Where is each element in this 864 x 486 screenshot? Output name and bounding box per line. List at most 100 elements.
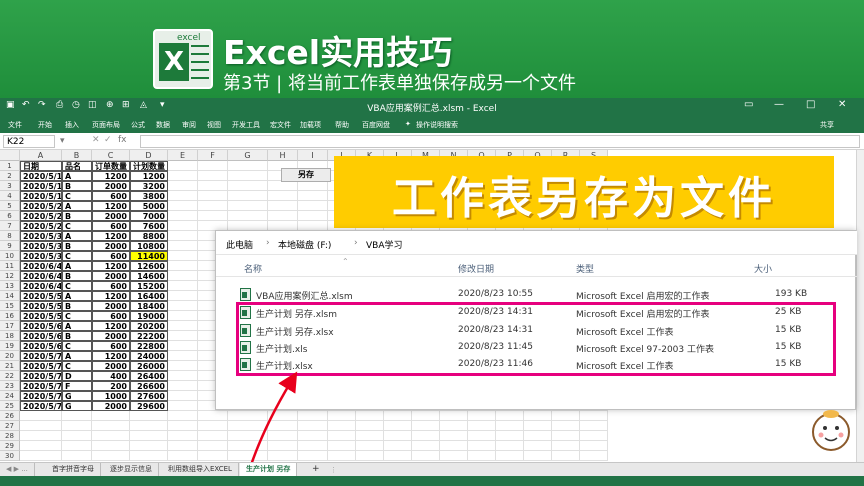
row-header[interactable]: 27 xyxy=(0,421,20,431)
empty-cell[interactable] xyxy=(580,411,608,421)
empty-cell[interactable] xyxy=(198,181,228,191)
empty-cell[interactable] xyxy=(168,341,198,351)
table-cell[interactable]: 16400 xyxy=(130,291,168,301)
row-header[interactable]: 8 xyxy=(0,231,20,241)
table-cell[interactable]: 2020/5/1 xyxy=(20,191,62,201)
table-cell[interactable]: A xyxy=(62,261,92,271)
empty-cell[interactable] xyxy=(168,271,198,281)
empty-cell[interactable] xyxy=(168,361,198,371)
enter-icon[interactable]: ✓ xyxy=(104,135,112,145)
empty-cell[interactable] xyxy=(328,431,356,441)
empty-cell[interactable] xyxy=(168,391,198,401)
more-icon[interactable]: ⋮ xyxy=(330,466,337,474)
table-cell[interactable]: 2020/6/4 xyxy=(20,261,62,271)
empty-cell[interactable] xyxy=(356,451,384,461)
tab-baidu-netdisk[interactable]: 百度网盘 xyxy=(362,120,390,130)
table-cell[interactable]: 2020/5/1 xyxy=(20,171,62,181)
row-header[interactable]: 17 xyxy=(0,321,20,331)
empty-cell[interactable] xyxy=(384,451,412,461)
vertical-scrollbar[interactable] xyxy=(856,150,864,462)
empty-cell[interactable] xyxy=(198,191,228,201)
table-cell[interactable]: 600 xyxy=(92,191,130,201)
empty-cell[interactable] xyxy=(168,211,198,221)
empty-cell[interactable] xyxy=(468,421,496,431)
sheet-tab[interactable]: 利用数组导入EXCEL xyxy=(162,463,239,476)
table-cell[interactable]: F xyxy=(62,381,92,391)
empty-cell[interactable] xyxy=(580,441,608,451)
table-cell[interactable]: 2020/5/3 xyxy=(20,241,62,251)
table-cell[interactable]: 15200 xyxy=(130,281,168,291)
empty-cell[interactable] xyxy=(168,371,198,381)
empty-cell[interactable] xyxy=(198,201,228,211)
empty-cell[interactable] xyxy=(20,411,62,421)
empty-cell[interactable] xyxy=(168,191,198,201)
empty-cell[interactable] xyxy=(552,451,580,461)
empty-cell[interactable] xyxy=(328,411,356,421)
row-header[interactable]: 28 xyxy=(0,431,20,441)
empty-cell[interactable] xyxy=(168,421,198,431)
row-header[interactable]: 10 xyxy=(0,251,20,261)
empty-cell[interactable] xyxy=(440,431,468,441)
table-cell[interactable]: 26000 xyxy=(130,361,168,371)
empty-cell[interactable] xyxy=(228,201,268,211)
table-cell[interactable]: 2000 xyxy=(92,361,130,371)
table-cell[interactable]: G xyxy=(62,391,92,401)
empty-cell[interactable] xyxy=(356,431,384,441)
table-cell[interactable]: 22800 xyxy=(130,341,168,351)
row-header[interactable]: 4 xyxy=(0,191,20,201)
table-cell[interactable]: 3800 xyxy=(130,191,168,201)
add-sheet-button[interactable]: + xyxy=(306,463,326,476)
table-cell[interactable]: 1000 xyxy=(92,391,130,401)
tab-help[interactable]: 帮助 xyxy=(335,120,349,130)
table-cell[interactable]: 2000 xyxy=(92,301,130,311)
empty-cell[interactable] xyxy=(168,441,198,451)
row-header[interactable]: 23 xyxy=(0,381,20,391)
empty-cell[interactable] xyxy=(384,431,412,441)
empty-cell[interactable] xyxy=(168,201,198,211)
row-header[interactable]: 9 xyxy=(0,241,20,251)
tab-formulas[interactable]: 公式 xyxy=(131,120,145,130)
table-cell[interactable]: 22200 xyxy=(130,331,168,341)
empty-cell[interactable] xyxy=(92,451,130,461)
table-cell[interactable]: 7600 xyxy=(130,221,168,231)
row-header[interactable]: 13 xyxy=(0,281,20,291)
empty-cell[interactable] xyxy=(496,441,524,451)
row-header[interactable]: 11 xyxy=(0,261,20,271)
empty-cell[interactable] xyxy=(468,441,496,451)
table-cell[interactable]: 600 xyxy=(92,341,130,351)
empty-cell[interactable] xyxy=(62,411,92,421)
empty-cell[interactable] xyxy=(384,421,412,431)
table-cell[interactable]: 2020/5/5 xyxy=(20,301,62,311)
empty-cell[interactable] xyxy=(198,441,228,451)
row-header[interactable]: 5 xyxy=(0,201,20,211)
empty-cell[interactable] xyxy=(130,441,168,451)
table-cell[interactable]: 12600 xyxy=(130,261,168,271)
empty-cell[interactable] xyxy=(524,411,552,421)
table-cell[interactable]: 2020/5/7 xyxy=(20,371,62,381)
empty-cell[interactable] xyxy=(168,281,198,291)
column-size[interactable]: 大小 xyxy=(754,262,772,275)
row-header[interactable]: 21 xyxy=(0,361,20,371)
column-header[interactable]: D xyxy=(130,150,168,161)
table-cell[interactable]: 2000 xyxy=(92,331,130,341)
empty-cell[interactable] xyxy=(328,441,356,451)
empty-cell[interactable] xyxy=(168,171,198,181)
table-cell[interactable]: 26400 xyxy=(130,371,168,381)
table-cell[interactable]: 1200 xyxy=(92,261,130,271)
row-header[interactable]: 25 xyxy=(0,401,20,411)
table-cell[interactable]: 2020/5/3 xyxy=(20,251,62,261)
table-cell[interactable]: 2000 xyxy=(92,401,130,411)
table-cell[interactable]: 27600 xyxy=(130,391,168,401)
empty-cell[interactable] xyxy=(356,421,384,431)
empty-cell[interactable] xyxy=(168,241,198,251)
table-cell[interactable]: 1200 xyxy=(92,321,130,331)
breadcrumb-folder[interactable]: VBA学习 xyxy=(366,238,403,251)
table-cell[interactable]: 2020/5/7 xyxy=(20,351,62,361)
tab-data[interactable]: 数据 xyxy=(156,120,170,130)
table-cell[interactable]: C xyxy=(62,221,92,231)
header-cell-date[interactable]: 日期 xyxy=(20,161,62,171)
maximize-button[interactable]: □ xyxy=(806,99,815,110)
table-cell[interactable]: 20200 xyxy=(130,321,168,331)
empty-cell[interactable] xyxy=(130,431,168,441)
column-header[interactable]: E xyxy=(168,150,198,161)
